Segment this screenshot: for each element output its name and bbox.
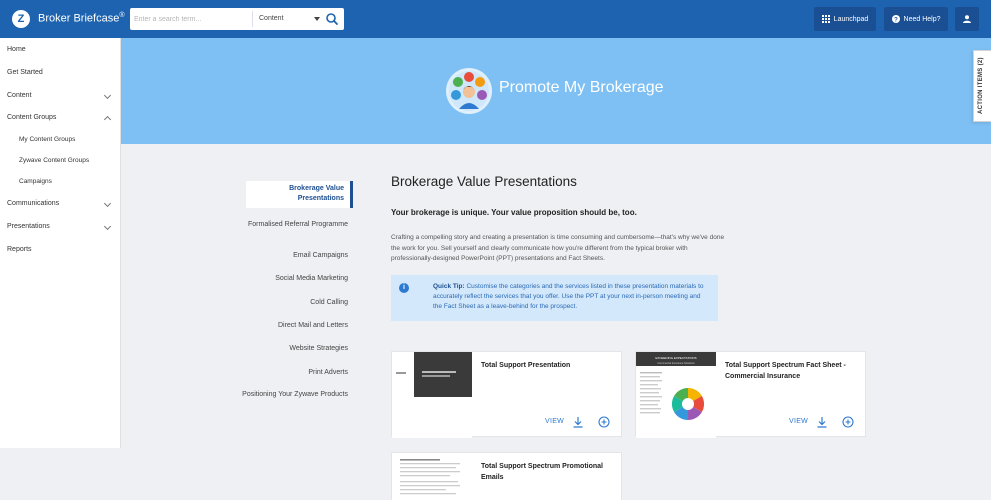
search-scope-value: Content bbox=[259, 15, 284, 22]
main-content: Brokerage Value Presentations Formalised… bbox=[121, 144, 991, 500]
page-title: Promote My Brokerage bbox=[499, 79, 664, 96]
action-items-tab[interactable]: ACTION ITEMS (2) bbox=[973, 50, 991, 122]
chevron-up-icon bbox=[103, 115, 112, 124]
subnav-cold-calling[interactable]: Cold Calling bbox=[241, 298, 348, 308]
view-button[interactable]: VIEW bbox=[545, 418, 564, 425]
download-icon[interactable] bbox=[816, 416, 828, 428]
content-card-total-support-presentation[interactable]: Total Support Presentation VIEW bbox=[391, 351, 622, 438]
sidebar-item-communications[interactable]: Communications bbox=[0, 193, 121, 215]
section-title: Brokerage Value Presentations bbox=[391, 174, 577, 189]
sidebar-item-label: Content bbox=[7, 92, 32, 99]
search-button[interactable] bbox=[320, 8, 344, 30]
sidebar-item-content-groups[interactable]: Content Groups bbox=[0, 107, 121, 129]
need-help-label: Need Help? bbox=[903, 15, 941, 23]
sidebar-item-reports[interactable]: Reports bbox=[0, 239, 121, 261]
hero-banner: Promote My Brokerage bbox=[121, 38, 991, 144]
info-icon: i bbox=[399, 283, 409, 293]
download-icon[interactable] bbox=[572, 416, 584, 428]
subnav-print-adverts[interactable]: Print Adverts bbox=[241, 368, 348, 378]
content-card-fact-sheet-commercial[interactable]: EXCEEDING EXPECTATIONS Commercial Insura… bbox=[635, 351, 866, 438]
subnav-positioning-zywave-products[interactable]: Positioning Your Zywave Products bbox=[241, 390, 348, 400]
quick-tip-text: Quick Tip: Customise the categories and … bbox=[433, 282, 708, 312]
quick-tip-label: Quick Tip: bbox=[433, 283, 465, 290]
thumb-heading: EXCEEDING EXPECTATIONS bbox=[655, 356, 696, 360]
search-scope-select[interactable]: Content bbox=[252, 11, 328, 27]
search-icon bbox=[326, 13, 338, 25]
search-input[interactable] bbox=[134, 11, 246, 27]
thumb-subheading: Commercial Insurance Solutions bbox=[657, 361, 695, 365]
subnav-website-strategies[interactable]: Website Strategies bbox=[241, 344, 348, 354]
section-description: Crafting a compelling story and creating… bbox=[391, 234, 725, 262]
top-bar: Z Broker Briefcase® Content Launchpad ? … bbox=[0, 0, 991, 38]
sidebar-item-get-started[interactable]: Get Started bbox=[0, 62, 121, 84]
sidebar-item-presentations[interactable]: Presentations bbox=[0, 216, 121, 238]
sidebar-item-label: Communications bbox=[7, 200, 60, 207]
app-name: Broker Briefcase bbox=[38, 12, 120, 25]
sidebar-item-label: Get Started bbox=[7, 69, 43, 76]
sidebar-item-label: Presentations bbox=[7, 223, 50, 230]
chevron-down-icon bbox=[103, 91, 112, 100]
grid-icon bbox=[821, 15, 830, 23]
quick-tip-body: Customise the categories and the service… bbox=[433, 283, 704, 310]
user-icon bbox=[963, 15, 971, 23]
action-items-label: ACTION ITEMS (2) bbox=[978, 57, 984, 114]
add-circle-icon[interactable] bbox=[598, 416, 610, 428]
launchpad-button[interactable]: Launchpad bbox=[814, 7, 876, 31]
sidebar-item-content[interactable]: Content bbox=[0, 85, 121, 107]
need-help-button[interactable]: ? Need Help? bbox=[884, 7, 948, 31]
presentation-slide-preview bbox=[392, 352, 472, 438]
sidebar-item-label: Content Groups bbox=[7, 114, 57, 121]
email-thumbnail bbox=[392, 453, 472, 500]
subnav-email-campaigns[interactable]: Email Campaigns bbox=[241, 251, 348, 261]
sidebar-item-label: Campaigns bbox=[19, 178, 52, 185]
fact-sheet-preview: EXCEEDING EXPECTATIONS Commercial Insura… bbox=[636, 352, 716, 438]
sidebar-item-label: Home bbox=[7, 46, 26, 53]
add-circle-icon[interactable] bbox=[842, 416, 854, 428]
card-title: Total Support Spectrum Fact Sheet - Comm… bbox=[725, 362, 846, 380]
presentation-thumbnail bbox=[392, 352, 472, 438]
svg-text:?: ? bbox=[894, 17, 898, 23]
zywave-logo[interactable]: Z bbox=[12, 10, 30, 28]
sidebar-item-my-content-groups[interactable]: My Content Groups bbox=[0, 129, 121, 151]
card-title: Total Support Presentation bbox=[481, 362, 571, 369]
subnav-direct-mail-and-letters[interactable]: Direct Mail and Letters bbox=[241, 321, 348, 331]
subnav-social-media-marketing[interactable]: Social Media Marketing bbox=[241, 274, 348, 284]
sidebar-item-campaigns[interactable]: Campaigns bbox=[0, 171, 121, 193]
user-menu-button[interactable] bbox=[955, 7, 979, 31]
sidebar-item-zywave-content-groups[interactable]: Zywave Content Groups bbox=[0, 150, 121, 172]
card-title: Total Support Spectrum Promotional Email… bbox=[481, 463, 603, 481]
sidebar-item-label: Zywave Content Groups bbox=[19, 157, 90, 164]
launchpad-label: Launchpad bbox=[833, 15, 869, 23]
section-lead: Your brokerage is unique. Your value pro… bbox=[391, 208, 637, 217]
quick-tip-box: i Quick Tip: Customise the categories an… bbox=[391, 275, 718, 321]
sidebar-item-home[interactable]: Home bbox=[0, 39, 121, 61]
subnav-formalised-referral-programme[interactable]: Formalised Referral Programme bbox=[241, 220, 348, 230]
email-preview bbox=[392, 453, 472, 500]
search-box: Content bbox=[130, 8, 344, 30]
sidebar-item-label: My Content Groups bbox=[19, 136, 76, 143]
sidebar: Home Get Started Content Content Groups … bbox=[0, 38, 121, 448]
chevron-down-icon bbox=[103, 222, 112, 231]
app-title[interactable]: Broker Briefcase® bbox=[38, 12, 124, 25]
sidebar-item-label: Reports bbox=[7, 246, 32, 253]
content-card-promotional-emails[interactable]: Total Support Spectrum Promotional Email… bbox=[391, 452, 622, 500]
help-icon: ? bbox=[891, 15, 900, 23]
chevron-down-icon bbox=[103, 199, 112, 208]
subnav-brokerage-value-presentations[interactable]: Brokerage Value Presentations bbox=[246, 181, 353, 208]
view-button[interactable]: VIEW bbox=[789, 418, 808, 425]
registered-mark: ® bbox=[119, 12, 125, 19]
fact-sheet-thumbnail: EXCEEDING EXPECTATIONS Commercial Insura… bbox=[636, 352, 716, 438]
brokerage-promo-icon bbox=[446, 68, 492, 114]
